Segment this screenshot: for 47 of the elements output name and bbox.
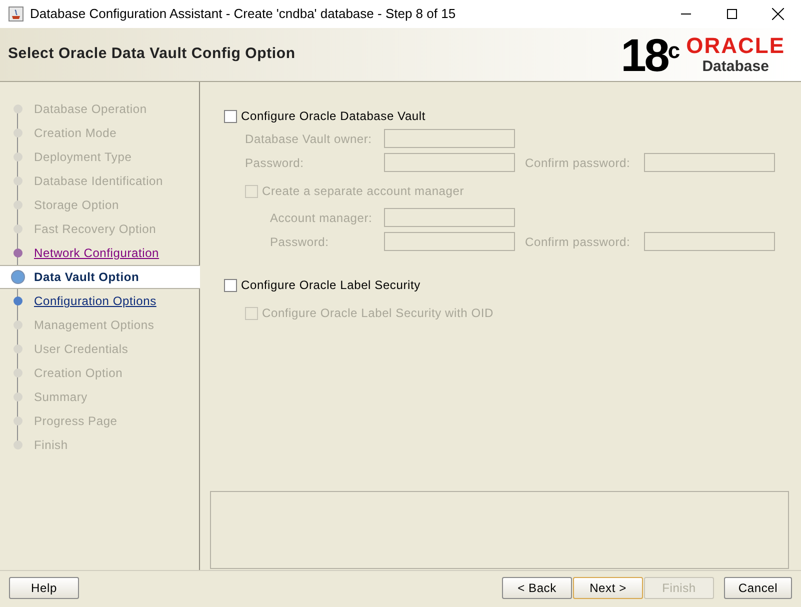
wizard-step: Deployment Type bbox=[0, 145, 199, 169]
step-dot-icon bbox=[11, 438, 25, 452]
wizard-step: Database Operation bbox=[0, 97, 199, 121]
wizard-step[interactable]: Data Vault Option bbox=[0, 265, 200, 289]
field-label: Database Vault owner: bbox=[245, 130, 373, 148]
wizard-step[interactable]: Configuration Options bbox=[0, 289, 199, 313]
step-dot-icon bbox=[11, 270, 25, 284]
step-dot-icon bbox=[11, 126, 25, 140]
field-label: Password: bbox=[245, 154, 305, 172]
step-dot-icon bbox=[11, 246, 25, 260]
step-dot-icon bbox=[11, 366, 25, 380]
step-dot-icon bbox=[11, 150, 25, 164]
step-dot-icon bbox=[11, 414, 25, 428]
app-icon bbox=[8, 6, 24, 22]
wizard-step: Database Identification bbox=[0, 169, 199, 193]
wizard-step: Creation Mode bbox=[0, 121, 199, 145]
step-dot-icon bbox=[11, 198, 25, 212]
page-title: Select Oracle Data Vault Config Option bbox=[8, 44, 296, 64]
wizard-button[interactable]: Next > bbox=[573, 577, 643, 599]
wizard-step: Storage Option bbox=[0, 193, 199, 217]
field-label: Password: bbox=[270, 234, 330, 250]
step-dot-icon bbox=[11, 342, 25, 356]
step-dot-icon bbox=[11, 318, 25, 332]
checkbox-option[interactable]: Configure Oracle Database Vault bbox=[224, 106, 789, 126]
wizard-step: Progress Page bbox=[0, 409, 199, 433]
checkbox-option[interactable]: Configure Oracle Label Security bbox=[224, 275, 789, 295]
step-dot-icon bbox=[11, 222, 25, 236]
window-title: Database Configuration Assistant - Create 'cndba' database - Step 8 of 15 bbox=[30, 5, 456, 24]
maximize-icon[interactable] bbox=[727, 9, 737, 19]
step-dot-icon bbox=[11, 174, 25, 188]
field-label: Confirm password: bbox=[525, 154, 632, 172]
wizard-button[interactable]: < Back bbox=[502, 577, 572, 599]
step-dot-icon bbox=[11, 294, 25, 308]
close-icon[interactable] bbox=[772, 8, 784, 20]
wizard-step: Summary bbox=[0, 385, 199, 409]
wizard-step[interactable]: Network Configuration bbox=[0, 241, 199, 265]
field-label: Account manager: bbox=[270, 210, 374, 226]
wizard-step: User Credentials bbox=[0, 337, 199, 361]
wizard-step: Management Options bbox=[0, 313, 199, 337]
wizard-button[interactable]: Cancel bbox=[724, 577, 792, 599]
field-label: Confirm password: bbox=[525, 234, 632, 250]
wizard-step: Creation Option bbox=[0, 361, 199, 385]
help-button[interactable]: Help bbox=[9, 577, 79, 599]
wizard-step: Finish bbox=[0, 433, 199, 457]
step-dot-icon bbox=[11, 390, 25, 404]
wizard-step: Fast Recovery Option bbox=[0, 217, 199, 241]
step-dot-icon bbox=[11, 102, 25, 116]
